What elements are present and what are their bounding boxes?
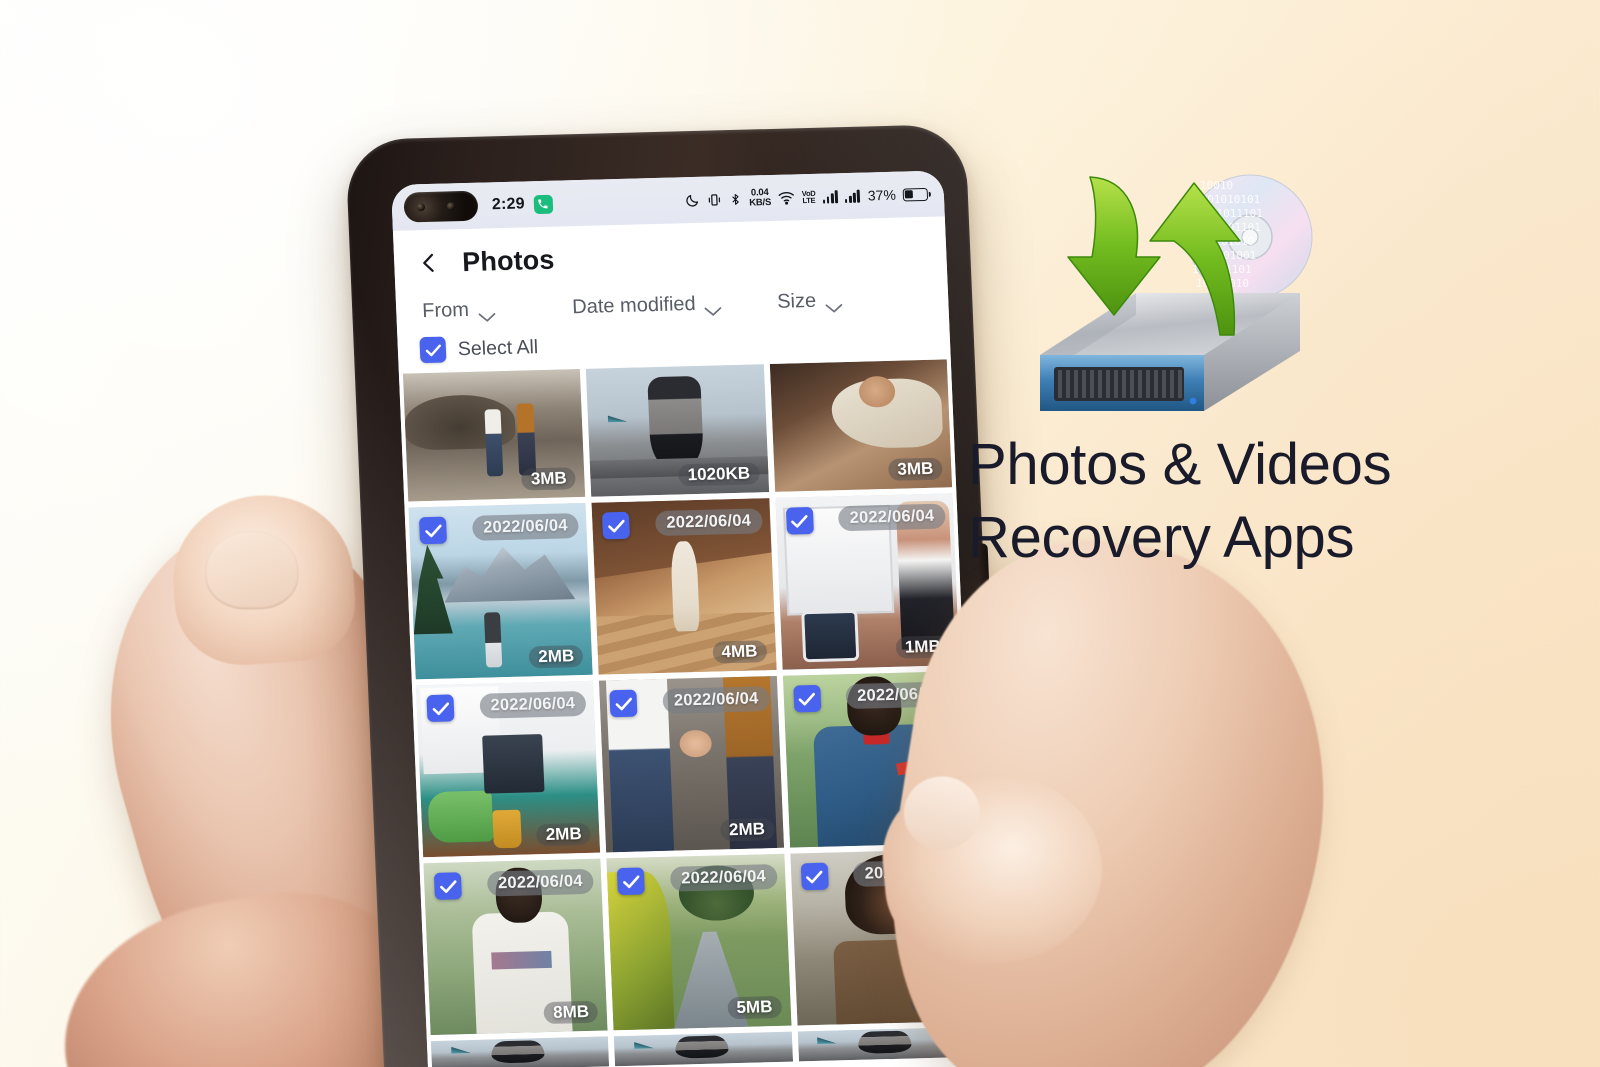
- svg-text:10010: 10010: [1200, 179, 1233, 192]
- status-icons: 0.04 KB/S VoD LTE 37%: [685, 184, 929, 210]
- battery-icon: [902, 187, 929, 202]
- data-rate-unit: KB/S: [749, 196, 772, 209]
- headline-line-2: Recovery Apps: [968, 505, 1355, 571]
- battery-percent-label: 37%: [867, 186, 897, 204]
- photo-cell[interactable]: 2022/06/04 2MB: [408, 502, 594, 680]
- volte-line2: LTE: [802, 195, 816, 206]
- select-all-checkbox[interactable]: [419, 336, 447, 364]
- chevron-down-icon: [704, 299, 722, 316]
- page-title: Photos: [461, 244, 555, 277]
- photo-thumbnail-partial: [614, 1031, 793, 1067]
- photo-select-checkbox[interactable]: [602, 511, 631, 540]
- cellular-signal-icon-sim1: [822, 189, 838, 204]
- data-recovery-hard-drive-icon: 10010 1001010101 01101011101 01011001101…: [1018, 165, 1318, 427]
- photo-date-badge: 2022/06/04: [654, 508, 763, 537]
- front-camera-punch-hole: [403, 190, 479, 223]
- photo-size-badge: 8MB: [543, 1000, 599, 1025]
- photo-cell[interactable]: 1020KB: [586, 364, 769, 497]
- photo-size-badge: 3MB: [521, 467, 577, 491]
- phone-screen: 2:29 0.04 KB/S VoD LTE 37% Photos From D…: [390, 170, 983, 1067]
- photo-date-badge: 2022/06/04: [669, 863, 778, 892]
- photo-date-badge: 2022/06/04: [471, 513, 580, 541]
- photo-date-badge: 2022/06/04: [662, 686, 771, 714]
- photo-size-badge: 1020KB: [678, 462, 760, 487]
- photo-cell[interactable]: 3MB: [402, 369, 586, 502]
- photo-size-badge: 5MB: [727, 995, 782, 1020]
- select-all-label: Select All: [457, 335, 539, 360]
- photo-select-checkbox[interactable]: [785, 506, 814, 535]
- filter-from[interactable]: From: [422, 296, 573, 323]
- photo-cell[interactable]: 2022/06/04 5MB: [606, 853, 792, 1031]
- chevron-down-icon: [825, 296, 843, 313]
- filter-from-label: From: [421, 298, 470, 323]
- wifi-icon: [778, 190, 796, 205]
- photo-select-checkbox[interactable]: [617, 867, 646, 896]
- photo-size-badge: 2MB: [719, 818, 775, 842]
- vibrate-icon: [707, 192, 723, 207]
- photo-thumbnail-partial: [430, 1036, 610, 1067]
- photo-date-badge: 2022/06/04: [486, 868, 595, 897]
- filter-size-label: Size: [776, 289, 817, 313]
- photo-cell[interactable]: 2022/06/04 8MB: [423, 858, 608, 1036]
- photo-cell-partial[interactable]: [430, 1036, 610, 1067]
- photo-date-badge: 2022/06/04: [479, 690, 587, 719]
- photo-cell-partial[interactable]: [614, 1031, 793, 1067]
- promo-headline: Photos & Videos Recovery Apps: [968, 428, 1568, 574]
- data-rate-indicator: 0.04 KB/S: [749, 187, 772, 209]
- bluetooth-icon: [729, 191, 743, 206]
- headline-line-1: Photos & Videos: [968, 432, 1392, 497]
- photo-size-badge: 4MB: [712, 640, 767, 664]
- photo-size-badge: 3MB: [887, 457, 943, 481]
- photo-cell[interactable]: 2022/06/04 2MB: [599, 675, 784, 853]
- moon-do-not-disturb-icon: [685, 192, 701, 207]
- photo-select-checkbox[interactable]: [609, 689, 638, 718]
- photo-cell[interactable]: 2022/06/04 4MB: [591, 498, 777, 675]
- photo-select-checkbox[interactable]: [800, 862, 829, 891]
- cellular-signal-icon-sim2: [844, 189, 861, 203]
- phone-call-icon: [533, 194, 554, 214]
- photo-grid: 3MB 1020KB 3MB 2022/06/04 2MB 2022/06/04 4MB 20…: [398, 359, 981, 1067]
- photo-size-badge: 2MB: [528, 645, 584, 669]
- filter-size[interactable]: Size: [777, 287, 923, 314]
- photo-cell[interactable]: 2022/06/04 2MB: [415, 680, 601, 858]
- photo-cell[interactable]: 3MB: [769, 359, 953, 492]
- chevron-down-icon: [478, 305, 496, 322]
- photo-size-badge: 2MB: [536, 822, 592, 847]
- status-clock: 2:29: [491, 195, 526, 214]
- photo-select-checkbox[interactable]: [426, 694, 455, 723]
- volte-indicator: VoD LTE: [802, 188, 816, 206]
- photo-select-checkbox[interactable]: [418, 516, 448, 545]
- filter-date-modified-label: Date modified: [571, 292, 697, 319]
- photo-select-checkbox[interactable]: [433, 872, 462, 900]
- photo-date-badge: 2022/06/04: [838, 503, 946, 532]
- back-chevron-icon[interactable]: [414, 248, 445, 279]
- photo-select-checkbox[interactable]: [792, 684, 822, 713]
- photo-cell[interactable]: 2022/06/041MB: [775, 493, 960, 670]
